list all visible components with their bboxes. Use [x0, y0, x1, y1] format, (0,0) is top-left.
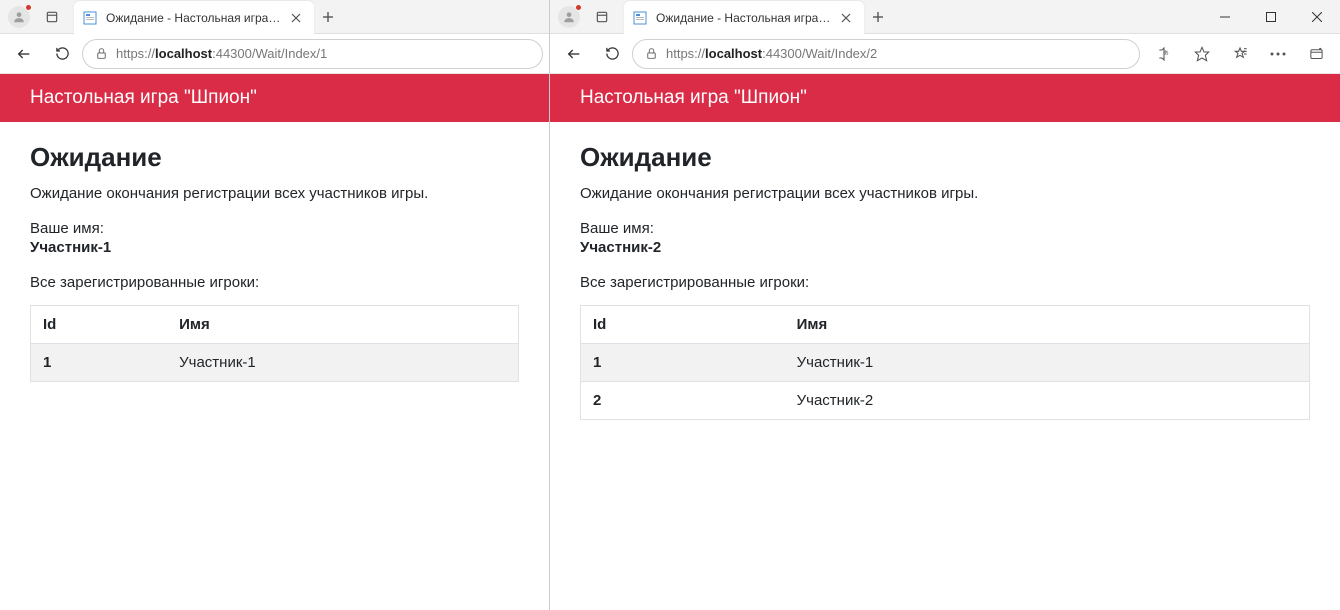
window-maximize-button[interactable] [1248, 0, 1294, 34]
cell-name: Участник-2 [785, 382, 1310, 420]
app-title[interactable]: Настольная игра "Шпион" [580, 87, 807, 109]
app-header-bar: Настольная игра "Шпион" [0, 74, 549, 122]
titlebar: Ожидание - Настольная игра "Ш [550, 0, 1340, 34]
tab-title: Ожидание - Настольная игра "Ш [106, 11, 281, 25]
browser-toolbar: https://localhost:44300/Wait/Index/2 あ [550, 34, 1340, 74]
col-name: Имя [785, 306, 1310, 344]
page-heading: Ожидание [30, 142, 519, 173]
back-button[interactable] [556, 38, 592, 70]
tab-actions-button[interactable] [588, 3, 616, 31]
table-row: 1Участник-1 [581, 344, 1310, 382]
page-subtext: Ожидание окончания регистрации всех учас… [30, 185, 519, 202]
cell-id: 1 [581, 344, 785, 382]
browser-tab[interactable]: Ожидание - Настольная игра "Ш [624, 1, 864, 35]
app-header-bar: Настольная игра "Шпион" [550, 74, 1340, 122]
page-content: Настольная игра "Шпион" Ожидание Ожидани… [0, 74, 549, 610]
refresh-button[interactable] [594, 38, 630, 70]
col-id: Id [581, 306, 785, 344]
browser-window-1: Ожидание - Настольная игра "Ш https://lo… [0, 0, 550, 610]
col-name: Имя [167, 306, 518, 344]
profile-avatar[interactable] [8, 6, 30, 28]
table-row: 2Участник-2 [581, 382, 1310, 420]
your-name-value: Участник-2 [580, 239, 1310, 256]
players-tbody: 1Участник-12Участник-2 [581, 344, 1310, 420]
lock-icon [645, 47, 658, 60]
notification-dot-icon [25, 4, 32, 11]
page-subtext: Ожидание окончания регистрации всех учас… [580, 185, 1310, 202]
cell-name: Участник-1 [167, 344, 518, 382]
url-host: localhost [705, 46, 762, 61]
window-close-button[interactable] [1294, 0, 1340, 34]
titlebar: Ожидание - Настольная игра "Ш [0, 0, 549, 34]
table-row: 1Участник-1 [31, 344, 519, 382]
browser-toolbar: https://localhost:44300/Wait/Index/1 [0, 34, 549, 74]
url-prefix: https:// [116, 46, 155, 61]
window-minimize-button[interactable] [1202, 0, 1248, 34]
players-table: Id Имя 1Участник-1 [30, 305, 519, 382]
players-label: Все зарегистрированные игроки: [30, 274, 519, 291]
page-content: Настольная игра "Шпион" Ожидание Ожидани… [550, 74, 1340, 610]
your-name-label: Ваше имя: [30, 220, 519, 237]
cell-id: 2 [581, 382, 785, 420]
cell-id: 1 [31, 344, 168, 382]
cell-name: Участник-1 [785, 344, 1310, 382]
players-label: Все зарегистрированные игроки: [580, 274, 1310, 291]
url-text: https://localhost:44300/Wait/Index/1 [116, 46, 327, 61]
address-bar[interactable]: https://localhost:44300/Wait/Index/2 [632, 39, 1140, 69]
tab-close-button[interactable] [839, 10, 854, 26]
browser-tab[interactable]: Ожидание - Настольная игра "Ш [74, 1, 314, 35]
url-path: :44300/Wait/Index/2 [762, 46, 877, 61]
your-name-label: Ваше имя: [580, 220, 1310, 237]
back-button[interactable] [6, 38, 42, 70]
favorites-bar-button[interactable] [1222, 38, 1258, 70]
app-title[interactable]: Настольная игра "Шпион" [30, 87, 257, 109]
url-prefix: https:// [666, 46, 705, 61]
svg-text:あ: あ [1163, 49, 1168, 56]
tab-title: Ожидание - Настольная игра "Ш [656, 11, 831, 25]
profile-avatar[interactable] [558, 6, 580, 28]
tab-close-button[interactable] [289, 10, 304, 26]
lock-icon [95, 47, 108, 60]
collections-button[interactable] [1298, 38, 1334, 70]
favorite-button[interactable] [1184, 38, 1220, 70]
tab-actions-button[interactable] [38, 3, 66, 31]
new-tab-button[interactable] [864, 3, 892, 31]
read-aloud-button[interactable]: あ [1146, 38, 1182, 70]
url-text: https://localhost:44300/Wait/Index/2 [666, 46, 877, 61]
address-bar[interactable]: https://localhost:44300/Wait/Index/1 [82, 39, 543, 69]
new-tab-button[interactable] [314, 3, 342, 31]
players-tbody: 1Участник-1 [31, 344, 519, 382]
page-favicon-icon [82, 10, 98, 26]
your-name-value: Участник-1 [30, 239, 519, 256]
page-favicon-icon [632, 10, 648, 26]
url-path: :44300/Wait/Index/1 [212, 46, 327, 61]
refresh-button[interactable] [44, 38, 80, 70]
notification-dot-icon [575, 4, 582, 11]
settings-menu-button[interactable] [1260, 38, 1296, 70]
page-heading: Ожидание [580, 142, 1310, 173]
browser-window-2: Ожидание - Настольная игра "Ш [550, 0, 1340, 610]
col-id: Id [31, 306, 168, 344]
players-table: Id Имя 1Участник-12Участник-2 [580, 305, 1310, 420]
url-host: localhost [155, 46, 212, 61]
